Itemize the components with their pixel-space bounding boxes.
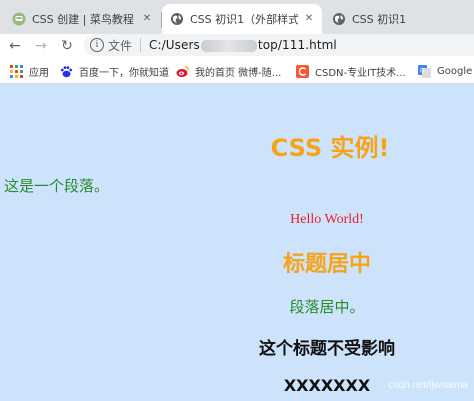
bookmark-google[interactable]: G Google bbox=[418, 63, 472, 79]
globe-icon bbox=[170, 12, 184, 26]
address-divider bbox=[140, 38, 142, 52]
apps-grid-icon bbox=[10, 64, 23, 78]
bookmark-apps[interactable]: 应用 bbox=[10, 63, 49, 79]
reload-icon: ↻ bbox=[61, 38, 73, 54]
address-bar[interactable]: i 文件 C:/Users top/111.html bbox=[84, 34, 474, 56]
bookmark-weibo[interactable]: 我的首页 微博-随... bbox=[176, 63, 281, 79]
tab-label: CSS 初识1 bbox=[352, 13, 407, 26]
close-icon[interactable]: ✕ bbox=[302, 12, 316, 26]
tab-css-intro[interactable]: CSS 初识1 bbox=[324, 4, 474, 34]
bookmark-label: CSDN-专业IT技术... bbox=[315, 67, 406, 79]
back-button[interactable]: ← bbox=[6, 37, 24, 55]
browser-toolbar: ← → ↻ i 文件 C:/Users top/111.html bbox=[0, 34, 474, 58]
arrow-right-icon: → bbox=[35, 38, 47, 54]
bookmark-label: 我的首页 微博-随... bbox=[195, 67, 282, 79]
page-viewport: CSS 实例! 这是一个段落。 Hello World! 标题居中 段落居中。 … bbox=[0, 84, 474, 401]
tab-label: CSS 初识1（外部样式表） bbox=[190, 13, 298, 26]
bookmark-label: 百度一下，你就知道 bbox=[79, 67, 169, 79]
centered-paragraph: 段落居中。 bbox=[289, 298, 365, 316]
tab-strip: CSS 创建 | 菜鸟教程 ✕ CSS 初识1（外部样式表） ✕ CSS 初识1 bbox=[0, 0, 474, 34]
file-scheme-label: 文件 bbox=[108, 38, 133, 53]
arrow-left-icon: ← bbox=[9, 38, 21, 54]
hello-world-text: Hello World! bbox=[290, 212, 364, 227]
baidu-paw-icon bbox=[60, 65, 73, 78]
redacted-path bbox=[200, 39, 257, 52]
runoob-icon bbox=[12, 12, 26, 26]
watermark-text: csdn.net/ljwoaima bbox=[388, 380, 468, 391]
weibo-icon bbox=[176, 65, 189, 78]
tab-runoob[interactable]: CSS 创建 | 菜鸟教程 ✕ bbox=[4, 4, 160, 34]
bookmark-baidu[interactable]: 百度一下，你就知道 bbox=[60, 63, 169, 79]
svg-text:G: G bbox=[420, 67, 425, 74]
google-translate-icon: G bbox=[418, 64, 431, 78]
forward-button[interactable]: → bbox=[32, 37, 50, 55]
close-icon[interactable]: ✕ bbox=[140, 12, 154, 26]
page-title: CSS 实例! bbox=[270, 134, 390, 162]
url-suffix: top/111.html bbox=[257, 38, 337, 52]
url-text: C:/Users top/111.html bbox=[149, 38, 337, 52]
tab-css-external[interactable]: CSS 初识1（外部样式表） ✕ bbox=[162, 4, 322, 34]
centered-heading: 标题居中 bbox=[282, 252, 371, 277]
csdn-icon bbox=[296, 64, 309, 78]
bookmark-csdn[interactable]: CSDN-专业IT技术... bbox=[296, 63, 406, 79]
paragraph-text: 这是一个段落。 bbox=[4, 177, 110, 195]
reload-button[interactable]: ↻ bbox=[58, 37, 76, 55]
info-icon[interactable]: i bbox=[90, 38, 104, 52]
bookmark-label: Google bbox=[437, 65, 473, 77]
tab-label: CSS 创建 | 菜鸟教程 bbox=[32, 13, 134, 26]
url-prefix: C:/Users bbox=[149, 38, 200, 52]
unaffected-heading: 这个标题不受影响 bbox=[259, 339, 395, 359]
globe-icon bbox=[332, 12, 346, 26]
bookmark-label: 应用 bbox=[29, 67, 49, 79]
bookmarks-bar: 应用 百度一下，你就知道 我的首页 微博-随... CSDN-专业IT技术...… bbox=[0, 58, 474, 84]
